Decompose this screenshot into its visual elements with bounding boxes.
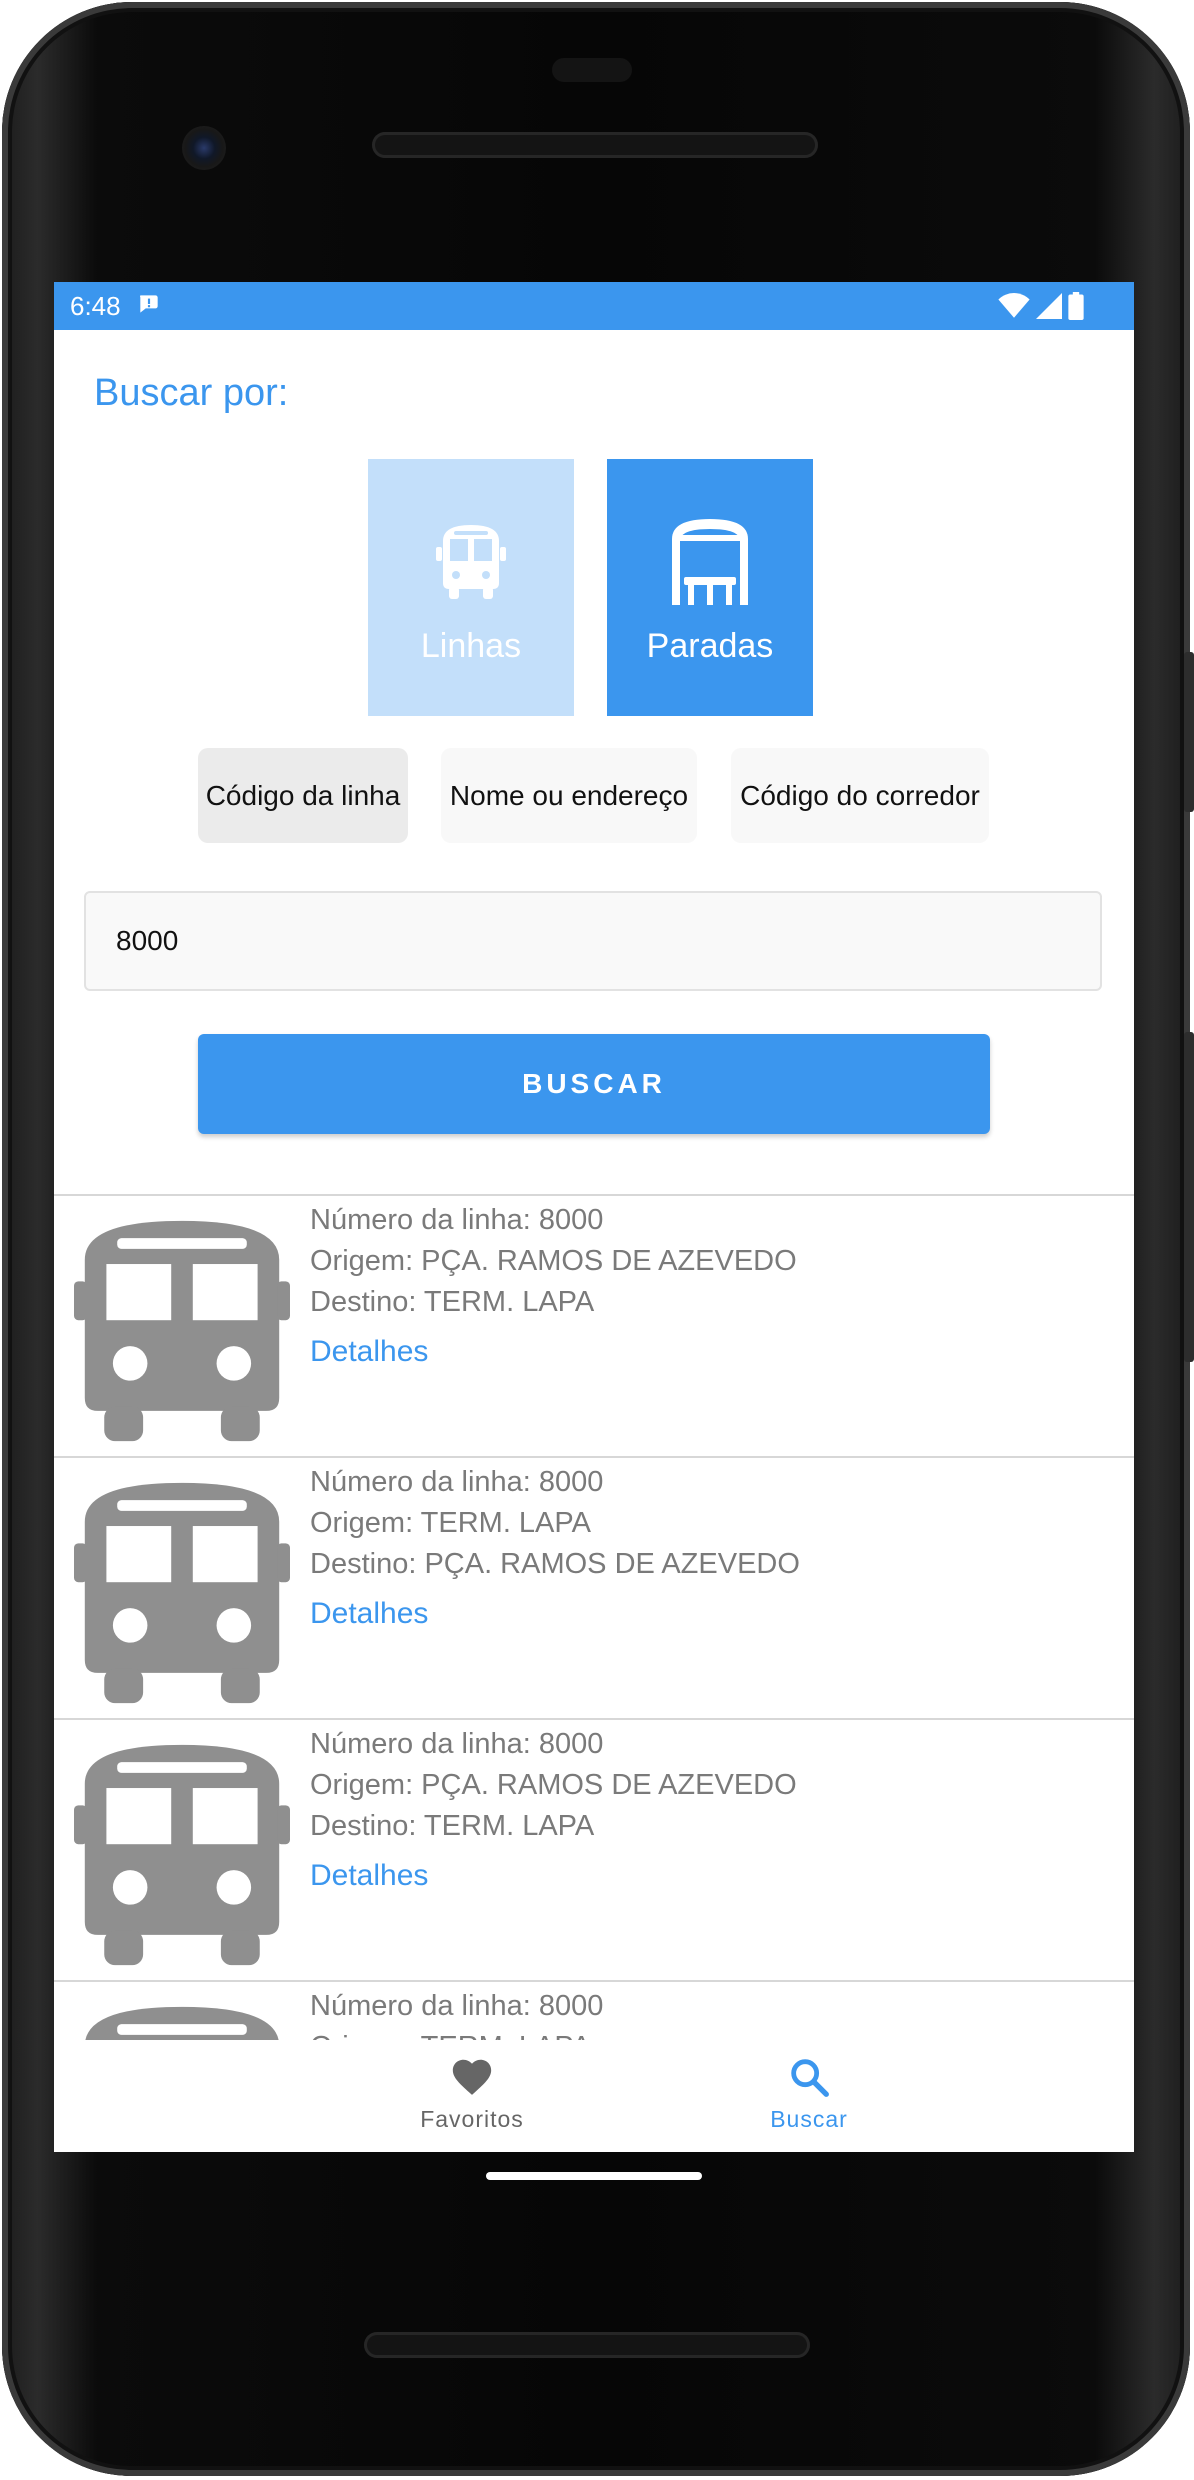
bus-icon — [436, 525, 506, 599]
filter-line-code[interactable]: Código da linha — [198, 748, 408, 843]
result-destination: Destino: PÇA. RAMOS DE AZEVEDO — [310, 1548, 800, 1580]
wifi-icon — [998, 293, 1030, 318]
home-indicator[interactable] — [486, 2172, 702, 2180]
nav-favorites-label: Favoritos — [420, 2106, 524, 2132]
result-item[interactable]: Número da linha: 8000 Origem: TERM. LAPA… — [54, 1456, 1134, 1718]
power-button — [1184, 652, 1194, 812]
result-line-number: Número da linha: 8000 — [310, 1204, 604, 1236]
details-link[interactable]: Detalhes — [310, 1855, 797, 1896]
bus-stop-icon — [672, 519, 748, 605]
search-button-label: BUSCAR — [522, 1068, 666, 1099]
filter-line-code-label: Código da linha — [205, 779, 401, 811]
result-item[interactable]: Número da linha: 8000 Origem: PÇA. RAMOS… — [54, 1718, 1134, 1980]
bus-icon — [74, 1482, 290, 1704]
status-time: 6:48 — [70, 291, 121, 321]
result-origin: Origem: TERM. LAPA — [310, 2027, 603, 2040]
result-item[interactable]: Número da linha: 8000 Origem: PÇA. RAMOS… — [54, 1194, 1134, 1456]
bus-icon — [85, 2006, 279, 2040]
volume-button — [1184, 1032, 1194, 1362]
bottom-navigation: Favoritos Buscar — [54, 2040, 1134, 2152]
notification-icon — [140, 295, 158, 313]
earpiece-speaker — [372, 132, 818, 158]
filter-name-address[interactable]: Nome ou endereço — [441, 748, 697, 843]
search-heading: Buscar por: — [94, 372, 289, 414]
status-icons — [998, 292, 1084, 320]
result-origin: Origem: PÇA. RAMOS DE AZEVEDO — [310, 1769, 797, 1801]
bus-icon — [74, 1220, 290, 1442]
result-text: Número da linha: 8000 Origem: PÇA. RAMOS… — [310, 1200, 797, 1372]
search-input-value: 8000 — [116, 925, 179, 956]
mode-stops-button[interactable]: Paradas — [607, 459, 813, 716]
result-text: Número da linha: 8000 Origem: TERM. LAPA… — [310, 1462, 800, 1634]
proximity-sensor — [552, 58, 632, 82]
results-list[interactable]: Número da linha: 8000 Origem: PÇA. RAMOS… — [54, 1194, 1134, 2040]
status-bar: 6:48 — [54, 282, 1134, 330]
nav-search[interactable]: Buscar — [709, 2040, 909, 2152]
details-link[interactable]: Detalhes — [310, 1331, 797, 1372]
cell-signal-icon — [1036, 293, 1062, 319]
result-text: Número da linha: 8000 Origem: TERM. LAPA — [310, 1986, 603, 2040]
result-destination: Destino: TERM. LAPA — [310, 1810, 595, 1842]
result-destination: Destino: TERM. LAPA — [310, 1286, 595, 1318]
filter-corridor-code-label: Código do corredor — [740, 779, 980, 811]
result-line-number: Número da linha: 8000 — [310, 1728, 604, 1760]
result-line-number: Número da linha: 8000 — [310, 1990, 604, 2022]
mode-lines-label: Linhas — [420, 627, 522, 665]
front-camera — [182, 126, 226, 170]
phone-frame: 6:48 Buscar por: Linhas Paradas Código d… — [2, 2, 1194, 2476]
app-screen: 6:48 Buscar por: Linhas Paradas Código d… — [54, 282, 1134, 2152]
search-button[interactable]: BUSCAR — [198, 1034, 990, 1134]
filter-corridor-code[interactable]: Código do corredor — [731, 748, 989, 843]
nav-search-label: Buscar — [770, 2106, 848, 2132]
battery-icon — [1068, 292, 1084, 320]
result-text: Número da linha: 8000 Origem: PÇA. RAMOS… — [310, 1724, 797, 1896]
details-link[interactable]: Detalhes — [310, 1593, 800, 1634]
heart-icon — [452, 2059, 492, 2095]
search-input[interactable]: 8000 — [84, 891, 1102, 991]
result-origin: Origem: TERM. LAPA — [310, 1507, 591, 1539]
mode-stops-label: Paradas — [646, 627, 774, 665]
result-item[interactable]: Número da linha: 8000 Origem: TERM. LAPA — [54, 1980, 1134, 2040]
nav-favorites[interactable]: Favoritos — [372, 2040, 572, 2152]
mode-lines-button[interactable]: Linhas — [368, 459, 574, 716]
search-icon — [791, 2059, 829, 2097]
bottom-speaker — [364, 2332, 810, 2358]
bus-icon — [74, 1744, 290, 1966]
result-line-number: Número da linha: 8000 — [310, 1466, 604, 1498]
filter-name-address-label: Nome ou endereço — [449, 779, 689, 811]
result-origin: Origem: PÇA. RAMOS DE AZEVEDO — [310, 1245, 797, 1277]
